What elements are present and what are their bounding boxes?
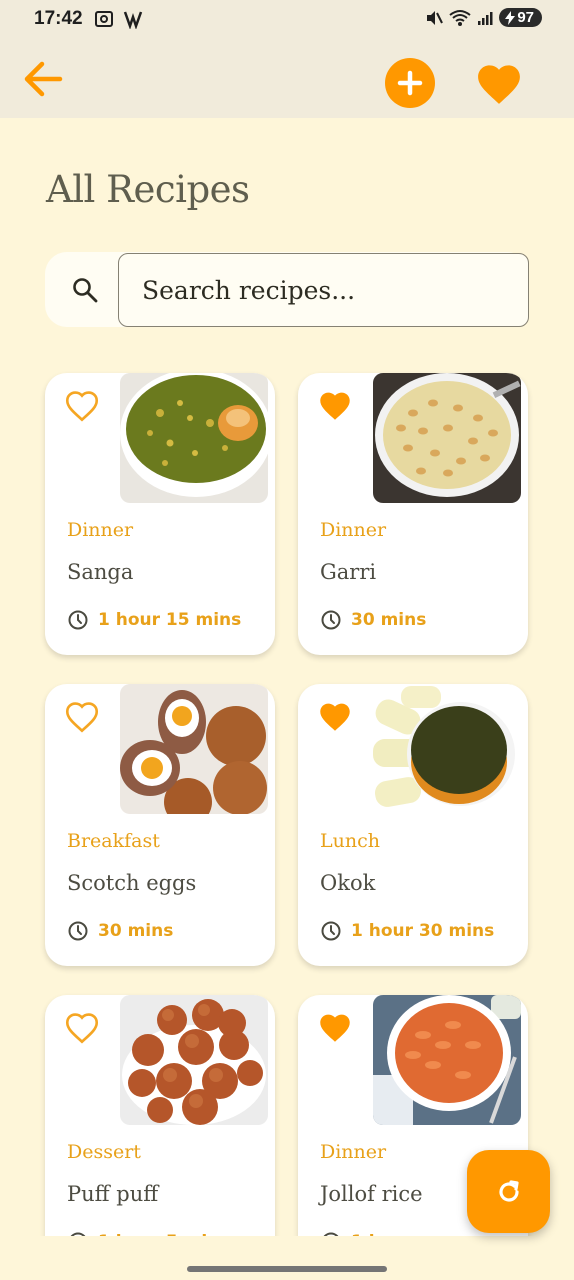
- recipe-name: Scotch eggs: [67, 871, 197, 895]
- recipe-name: Puff puff: [67, 1182, 159, 1206]
- clock-icon: [321, 921, 341, 941]
- recipe-name: Garri: [320, 560, 377, 584]
- back-button[interactable]: [20, 56, 66, 102]
- status-bar: 17:42 97: [0, 0, 574, 40]
- screenshot-icon: [95, 11, 113, 27]
- recipe-category: Lunch: [320, 830, 380, 852]
- heart-filled-icon[interactable]: [315, 1009, 355, 1045]
- recipe-card[interactable]: Dinner Garri 30 mins: [298, 373, 528, 655]
- recipe-card[interactable]: Lunch Okok 1 hour 30 mins: [298, 684, 528, 966]
- jollof-rice-photo: [373, 995, 521, 1125]
- recipe-image: [373, 373, 521, 503]
- battery-level: 97: [517, 9, 534, 26]
- app-bar: [0, 40, 574, 118]
- status-system-icons: 97: [425, 8, 542, 27]
- recipe-time: 1 hour 15 mins: [67, 609, 241, 631]
- recipe-category: Dinner: [320, 1141, 387, 1163]
- refresh-button[interactable]: [467, 1150, 550, 1233]
- recipe-category: Dessert: [67, 1141, 141, 1163]
- sanga-photo: [120, 373, 268, 503]
- recipe-image: [120, 684, 268, 814]
- clock-icon: [68, 610, 88, 630]
- okok-photo: [373, 684, 521, 814]
- recipe-name: Jollof rice: [320, 1182, 423, 1206]
- signal-icon: [478, 11, 493, 25]
- status-notification-icons: [94, 9, 144, 29]
- refresh-icon: [498, 1179, 519, 1202]
- scotch-eggs-photo: [120, 684, 268, 814]
- recipe-time-label: 1 hour 30 mins: [351, 921, 495, 941]
- recipe-category: Breakfast: [67, 830, 160, 852]
- recipe-card[interactable]: Dessert Puff puff 1 hour 5 mins: [45, 995, 275, 1277]
- heart-outline-icon[interactable]: [62, 698, 102, 734]
- clock-icon: [321, 610, 341, 630]
- mute-icon: [427, 10, 444, 25]
- recipe-name: Okok: [320, 871, 376, 895]
- battery-bolt-icon: [505, 10, 516, 25]
- page-title: All Recipes: [46, 168, 250, 211]
- recipe-category: Dinner: [67, 519, 134, 541]
- recipe-time-label: 30 mins: [98, 921, 174, 941]
- status-time: 17:42: [34, 8, 83, 29]
- heart-filled-icon[interactable]: [315, 698, 355, 734]
- recipe-name: Sanga: [67, 560, 134, 584]
- clock-icon: [68, 921, 88, 941]
- battery-indicator: 97: [499, 8, 542, 27]
- heart-filled-icon: [478, 65, 520, 104]
- garri-photo: [373, 373, 521, 503]
- add-recipe-button[interactable]: [385, 58, 435, 108]
- search-input[interactable]: [118, 253, 529, 327]
- search-icon[interactable]: [71, 276, 99, 304]
- gesture-navigation-handle[interactable]: [187, 1266, 387, 1272]
- wifi-icon: [449, 9, 471, 26]
- plus-icon: [397, 70, 423, 96]
- favorites-button[interactable]: [472, 58, 526, 108]
- puff-puff-photo: [120, 995, 268, 1125]
- recipe-image: [120, 373, 268, 503]
- recipe-time: 30 mins: [67, 920, 173, 942]
- recipe-time-label: 1 hour 15 mins: [98, 610, 242, 630]
- recipe-image: [120, 995, 268, 1125]
- bottom-safe-area: [0, 1236, 574, 1280]
- recipe-card[interactable]: Dinner Sanga 1 hour 15 mins: [45, 373, 275, 655]
- recipe-card[interactable]: Breakfast Scotch eggs 30 mins: [45, 684, 275, 966]
- recipe-image: [373, 684, 521, 814]
- recipe-time: 30 mins: [320, 609, 426, 631]
- recipe-card[interactable]: Dinner Jollof rice 1 hour: [298, 995, 528, 1277]
- recipe-image: [373, 995, 521, 1125]
- arrow-back-icon: [24, 61, 63, 97]
- heart-filled-icon[interactable]: [315, 387, 355, 423]
- recipe-time-label: 30 mins: [351, 610, 427, 630]
- app-notification-icon: [123, 11, 143, 29]
- heart-outline-icon[interactable]: [62, 387, 102, 423]
- recipe-time: 1 hour 30 mins: [320, 920, 494, 942]
- recipe-category: Dinner: [320, 519, 387, 541]
- heart-outline-icon[interactable]: [62, 1009, 102, 1045]
